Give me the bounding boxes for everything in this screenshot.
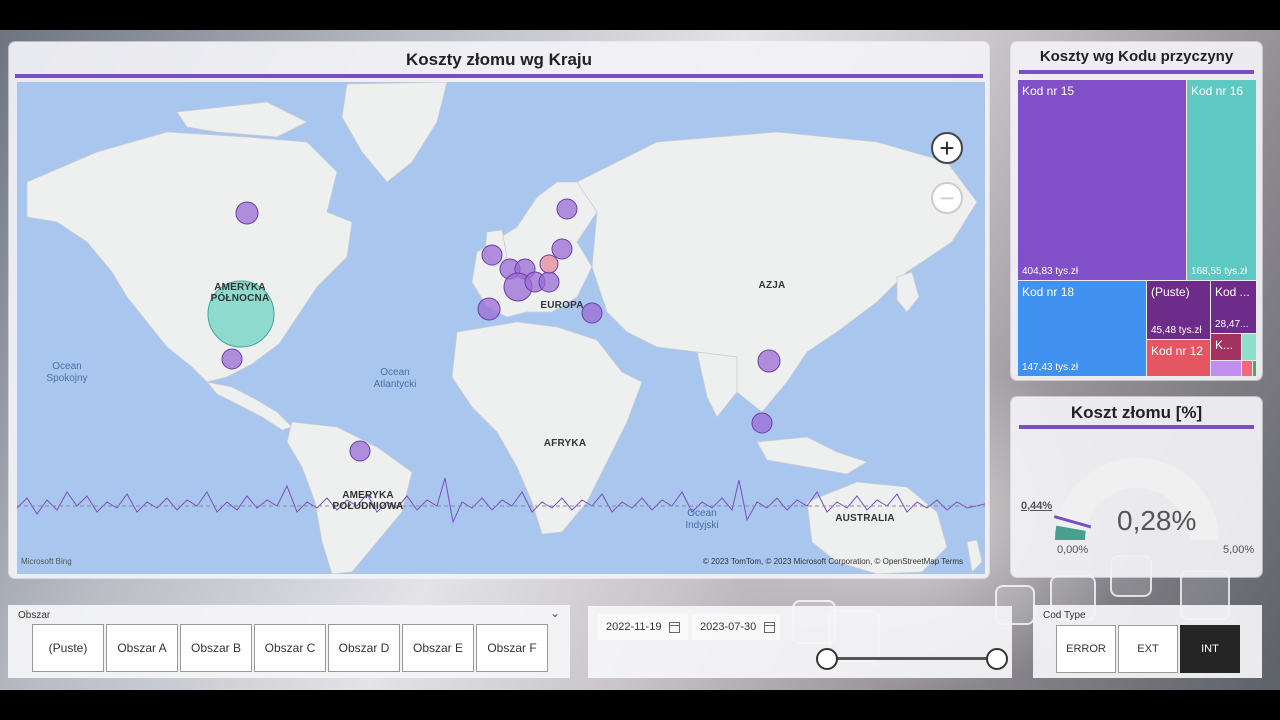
tile-value: 28,47... (1215, 319, 1249, 330)
map-title: Koszty złomu wg Kraju (405, 50, 593, 69)
asia (576, 131, 978, 413)
country-bubble[interactable] (221, 348, 243, 370)
treemap-tile[interactable]: Kod nr 16 168,55 tys.zł (1187, 80, 1256, 280)
calendar-icon[interactable] (764, 621, 776, 633)
map-basemap (17, 82, 985, 574)
end-date-value: 2023-07-30 (700, 621, 757, 633)
label-africa: AFRYKA (543, 438, 587, 449)
tile-label: Kod nr 18 (1022, 285, 1075, 299)
world-map[interactable]: AMERYKA PÓŁNOCNA AMERYKA POŁUDNIOWA EURO… (17, 82, 985, 574)
country-bubble[interactable] (556, 198, 578, 220)
cod-option-error[interactable]: ERROR (1056, 625, 1116, 673)
cod-slicer-title: Cod Type (1043, 610, 1086, 621)
area-option[interactable]: (Puste) (32, 624, 104, 672)
country-bubble[interactable] (349, 440, 371, 462)
treemap-tile[interactable] (1253, 361, 1256, 376)
bing-logo: Microsoft Bing (21, 557, 72, 566)
tile-label: K... (1215, 338, 1234, 352)
central-america (205, 381, 293, 431)
tile-value: 147,43 tys.zł (1022, 362, 1079, 373)
label-europe: EUROPA (540, 300, 584, 311)
tile-label: (Puste) (1151, 285, 1190, 299)
tile-label: Kod nr 16 (1191, 84, 1244, 98)
map-visual: Koszty złomu wg Kraju AMERYKA PÓŁNOCNA A… (9, 42, 989, 578)
treemap-tile[interactable]: K... (1211, 334, 1241, 360)
country-bubble[interactable] (551, 238, 573, 260)
start-date-handle[interactable] (816, 648, 838, 670)
tile-label: Kod ... (1215, 285, 1250, 299)
chevron-down-icon[interactable]: ⌄ (550, 606, 560, 620)
treemap-tile[interactable]: (Puste) 45,48 tys.zł (1147, 281, 1210, 339)
country-bubble[interactable] (539, 254, 559, 274)
label-pacific: Ocean Spokojny (46, 361, 88, 384)
indian-subcontinent (696, 351, 738, 418)
treemap-title: Koszty wg Kodu przyczyny (1039, 48, 1234, 65)
new-zealand (966, 539, 983, 573)
cod-type-slicer: Cod Type ERROR EXT INT (1033, 605, 1262, 678)
area-slicer: Obszar ⌄ (Puste) Obszar A Obszar B Obsza… (8, 605, 570, 678)
tile-label: Kod nr 12 (1151, 344, 1204, 358)
end-date-field[interactable]: 2023-07-30 (692, 614, 780, 640)
se-asia-islands (756, 436, 868, 475)
cod-option-ext[interactable]: EXT (1118, 625, 1178, 673)
end-date-handle[interactable] (986, 648, 1008, 670)
country-bubble[interactable] (538, 271, 560, 293)
area-slicer-title: Obszar (18, 610, 51, 621)
label-indian: Ocean Indyjski (685, 508, 719, 531)
treemap-tile[interactable]: Kod nr 12 (1147, 340, 1210, 376)
treemap-tile[interactable]: Kod nr 18 147,43 tys.zł (1018, 281, 1146, 376)
arctic-islands (176, 101, 308, 138)
zoom-in-button[interactable]: + (931, 132, 963, 164)
tile-value: 45,48 tys.zł (1151, 325, 1202, 336)
north-america (26, 131, 353, 383)
area-option[interactable]: Obszar E (402, 624, 474, 672)
country-bubble[interactable] (481, 244, 503, 266)
country-bubble[interactable] (477, 297, 501, 321)
title-rule (15, 74, 983, 78)
label-atlantic: Ocean Atlantycki (373, 367, 417, 390)
title-rule (1019, 70, 1254, 74)
area-option[interactable]: Obszar A (106, 624, 178, 672)
area-option[interactable]: Obszar D (328, 624, 400, 672)
cod-option-int[interactable]: INT (1180, 625, 1240, 673)
zoom-out-button[interactable]: − (931, 182, 963, 214)
label-australia: AUSTRALIA (835, 513, 895, 524)
treemap-visual: Koszty wg Kodu przyczyny Kod nr 15 404,8… (1011, 42, 1262, 380)
start-date-field[interactable]: 2022-11-19 (598, 614, 688, 640)
calendar-icon[interactable] (669, 621, 681, 633)
label-north-america: AMERYKA PÓŁNOCNA (210, 282, 270, 304)
date-range-track[interactable] (826, 657, 996, 660)
tile-value: 404,83 tys.zł (1022, 266, 1079, 277)
gauge-value: 0,28% (1117, 505, 1197, 536)
area-option[interactable]: Obszar F (476, 624, 548, 672)
greenland (341, 82, 448, 183)
gauge-min-label: 0,00% (1057, 544, 1089, 556)
tile-label: Kod nr 15 (1022, 84, 1075, 98)
date-range-slicer: 2022-11-19 2023-07-30 (588, 606, 1012, 678)
gauge-visual: Koszt złomu [%] 0,28% 0,44% 0,00% 5,00% (1011, 397, 1262, 577)
country-bubble[interactable] (751, 412, 773, 434)
gauge-max-label: 5,00% (1223, 544, 1255, 556)
treemap-tile[interactable] (1211, 361, 1241, 376)
treemap-tile[interactable]: Kod ... 28,47... (1211, 281, 1256, 333)
area-option[interactable]: Obszar B (180, 624, 252, 672)
treemap-tile[interactable] (1242, 361, 1252, 376)
country-bubble[interactable] (757, 349, 781, 373)
treemap-tile[interactable] (1242, 334, 1256, 360)
label-south-america: AMERYKA POŁUDNIOWA (332, 490, 404, 512)
start-date-value: 2022-11-19 (606, 621, 662, 633)
tile-value: 168,55 tys.zł (1191, 266, 1248, 277)
label-asia: AZJA (758, 280, 786, 291)
treemap-tile[interactable]: Kod nr 15 404,83 tys.zł (1018, 80, 1186, 280)
gauge-target-label: 0,44% (1021, 500, 1053, 512)
africa (451, 321, 643, 535)
country-bubble[interactable] (235, 201, 259, 225)
area-option[interactable]: Obszar C (254, 624, 326, 672)
japan (896, 271, 920, 313)
map-copyright[interactable]: © 2023 TomTom, © 2023 Microsoft Corporat… (703, 557, 963, 566)
